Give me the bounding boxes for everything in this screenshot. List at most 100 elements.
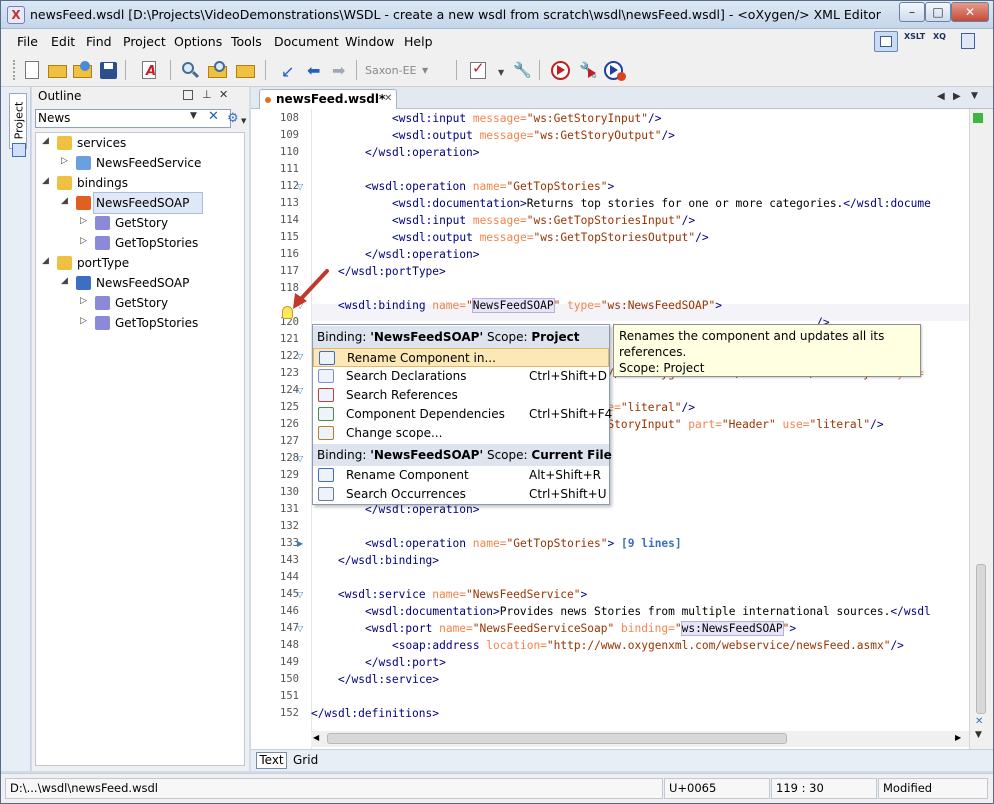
menu-document[interactable]: Document [274,34,339,49]
code-line[interactable]: <wsdl:documentation>Provides news Storie… [365,603,931,620]
chevron-down-icon[interactable]: ▼ [422,66,428,75]
restore-view-icon[interactable] [183,90,193,100]
find-replace-icon[interactable] [179,59,202,82]
save-icon[interactable] [97,59,120,82]
menu-options[interactable]: Options [174,34,222,49]
database-perspective-icon[interactable] [961,33,975,49]
outline-node[interactable]: ▷ GetTopStories [36,233,244,253]
menu-find[interactable]: Find [86,34,112,49]
popup-item[interactable]: Search Declarations Ctrl+Shift+D [313,367,609,386]
code-line[interactable]: <wsdl:port name="NewsFeedServiceSoap" bi… [365,620,796,637]
expand-toggle-icon[interactable]: ▷ [80,236,90,246]
expand-toggle-icon[interactable]: ◢ [61,196,71,206]
close-tab-icon[interactable]: ✕ [384,93,392,104]
popup-item[interactable]: Search References [313,386,609,405]
hscroll-thumb[interactable] [327,733,787,744]
xslt-debugger-icon[interactable]: XSLT [904,32,928,51]
expand-toggle-icon[interactable]: ▷ [80,216,90,226]
minimize-button[interactable]: – [899,2,925,22]
scrollbar-thumb[interactable] [976,564,986,714]
outline-node[interactable]: ▷ NewsFeedService [36,153,244,173]
expand-toggle-icon[interactable]: ▷ [80,296,90,306]
expand-toggle-icon[interactable]: ◢ [42,176,52,186]
outline-node[interactable]: ◢ NewsFeedSOAP [61,192,203,214]
code-line[interactable]: </wsdl:operation> [365,144,480,161]
code-line[interactable]: </wsdl:port> [365,654,446,671]
menu-tools[interactable]: Tools [231,34,262,49]
new-file-icon[interactable] [21,59,44,82]
apply-transformation-icon[interactable] [549,59,572,82]
open-file-icon[interactable] [46,59,69,82]
outline-node[interactable]: ◢ portType [36,253,244,273]
vertical-scrollbar[interactable]: ✕ ▼ [969,109,993,749]
new-editor-variables-icon[interactable]: A [138,59,161,82]
code-line[interactable]: <wsdl:service name="NewsFeedService"> [338,586,587,603]
scroll-down-icon[interactable]: ▼ [975,730,982,740]
code-line[interactable]: </wsdl:binding> [338,552,439,569]
expand-toggle-icon[interactable]: ◢ [42,136,52,146]
code-line[interactable]: <wsdl:output message="ws:GetStoryOutput"… [392,127,675,144]
go-forward-icon[interactable]: ➡ [328,59,351,82]
code-line[interactable]: <wsdl:operation name="GetTopStories"> [9… [365,535,682,552]
outline-filter-input[interactable] [36,110,186,126]
debug-transformation-icon[interactable] [602,59,626,82]
code-line[interactable]: <wsdl:input message="ws:GetTopStoriesInp… [392,212,695,229]
menu-help[interactable]: Help [404,34,433,49]
code-line[interactable]: </wsdl:service> [338,671,439,688]
code-line[interactable]: <wsdl:binding name="NewsFeedSOAP" type="… [338,297,722,314]
popup-item[interactable]: Component Dependencies Ctrl+Shift+F4 [313,405,612,424]
code-line[interactable]: <soap:address location="http://www.oxyge… [392,637,904,654]
tab-right-icon[interactable]: ▶ [953,91,961,102]
menu-project[interactable]: Project [123,34,166,49]
scroll-right-icon[interactable]: ▶ [955,733,961,742]
code-line[interactable]: <wsdl:documentation>Returns top stories … [392,195,931,212]
menu-window[interactable]: Window [345,34,394,49]
outline-node[interactable]: ▷ GetStory [36,293,244,313]
find-in-files-icon[interactable] [206,59,229,82]
transformer-select[interactable]: Saxon-EE [365,64,416,77]
tab-left-icon[interactable]: ◀ [937,91,945,102]
tab-grid-mode[interactable]: Grid [293,753,318,767]
code-line[interactable]: </wsdl:definitions> [311,705,439,722]
clear-filter-icon[interactable]: ✕ [208,109,219,124]
expand-toggle-icon[interactable]: ◢ [61,276,71,286]
menu-file[interactable]: File [17,34,38,49]
outline-node[interactable]: ▷ GetTopStories [36,313,244,333]
code-line[interactable]: <wsdl:input message="ws:GetStoryInput"/> [392,110,661,127]
close-button[interactable]: ✕ [951,2,989,22]
project-view-icon[interactable] [12,143,26,157]
code-line[interactable]: </wsdl:operation> [365,246,480,263]
maximize-button[interactable]: □ [925,2,951,22]
tab-list-icon[interactable]: ▼ [971,91,978,101]
popup-item[interactable]: Change scope... [313,424,609,443]
back-icon[interactable]: ↙ [276,59,299,82]
pin-icon[interactable]: ⊥ [202,88,212,101]
code-line[interactable]: </wsdl:portType> [338,263,446,280]
project-view-tab[interactable]: Project [9,93,27,149]
configure-validation-icon[interactable]: 🔧 [510,59,533,82]
configure-transformation-icon[interactable]: 🔧 [576,59,599,82]
close-view-icon[interactable]: ✕ [219,88,228,101]
scroll-left-icon[interactable]: ◀ [313,733,319,742]
open-url-icon[interactable] [71,59,94,82]
editor-tab-newsfeed[interactable]: newsFeed.wsdl* ✕ [259,89,397,109]
outline-settings-gear-icon[interactable]: ⚙ [227,111,239,126]
outline-node[interactable]: ▷ GetStory [36,213,244,233]
popup-item[interactable]: Search Occurrences Ctrl+Shift+U [313,485,609,504]
settings-chevron-icon[interactable]: ▼ [241,117,246,125]
filter-history-chevron-icon[interactable]: ▼ [190,111,197,121]
editor-perspective-button[interactable] [874,31,898,52]
go-back-icon[interactable]: ⬅ [303,59,326,82]
popup-item[interactable]: Rename Component in... [313,348,609,367]
expand-toggle-icon[interactable]: ▷ [80,316,90,326]
expand-toggle-icon[interactable]: ▷ [61,156,71,166]
expand-toggle-icon[interactable]: ◢ [42,256,52,266]
outline-node[interactable]: ◢ services [36,133,244,153]
outline-node[interactable]: ◢ NewsFeedSOAP [36,273,244,293]
collapse-folds-icon[interactable]: ✕ [975,716,983,727]
horizontal-scrollbar[interactable]: ◀ ▶ [311,731,969,747]
code-line[interactable]: <wsdl:output message="ws:GetTopStoriesOu… [392,229,709,246]
validate-options-chevron-icon[interactable]: ▼ [498,68,504,77]
validate-icon[interactable]: ✓ [467,59,490,82]
menu-edit[interactable]: Edit [51,34,75,49]
